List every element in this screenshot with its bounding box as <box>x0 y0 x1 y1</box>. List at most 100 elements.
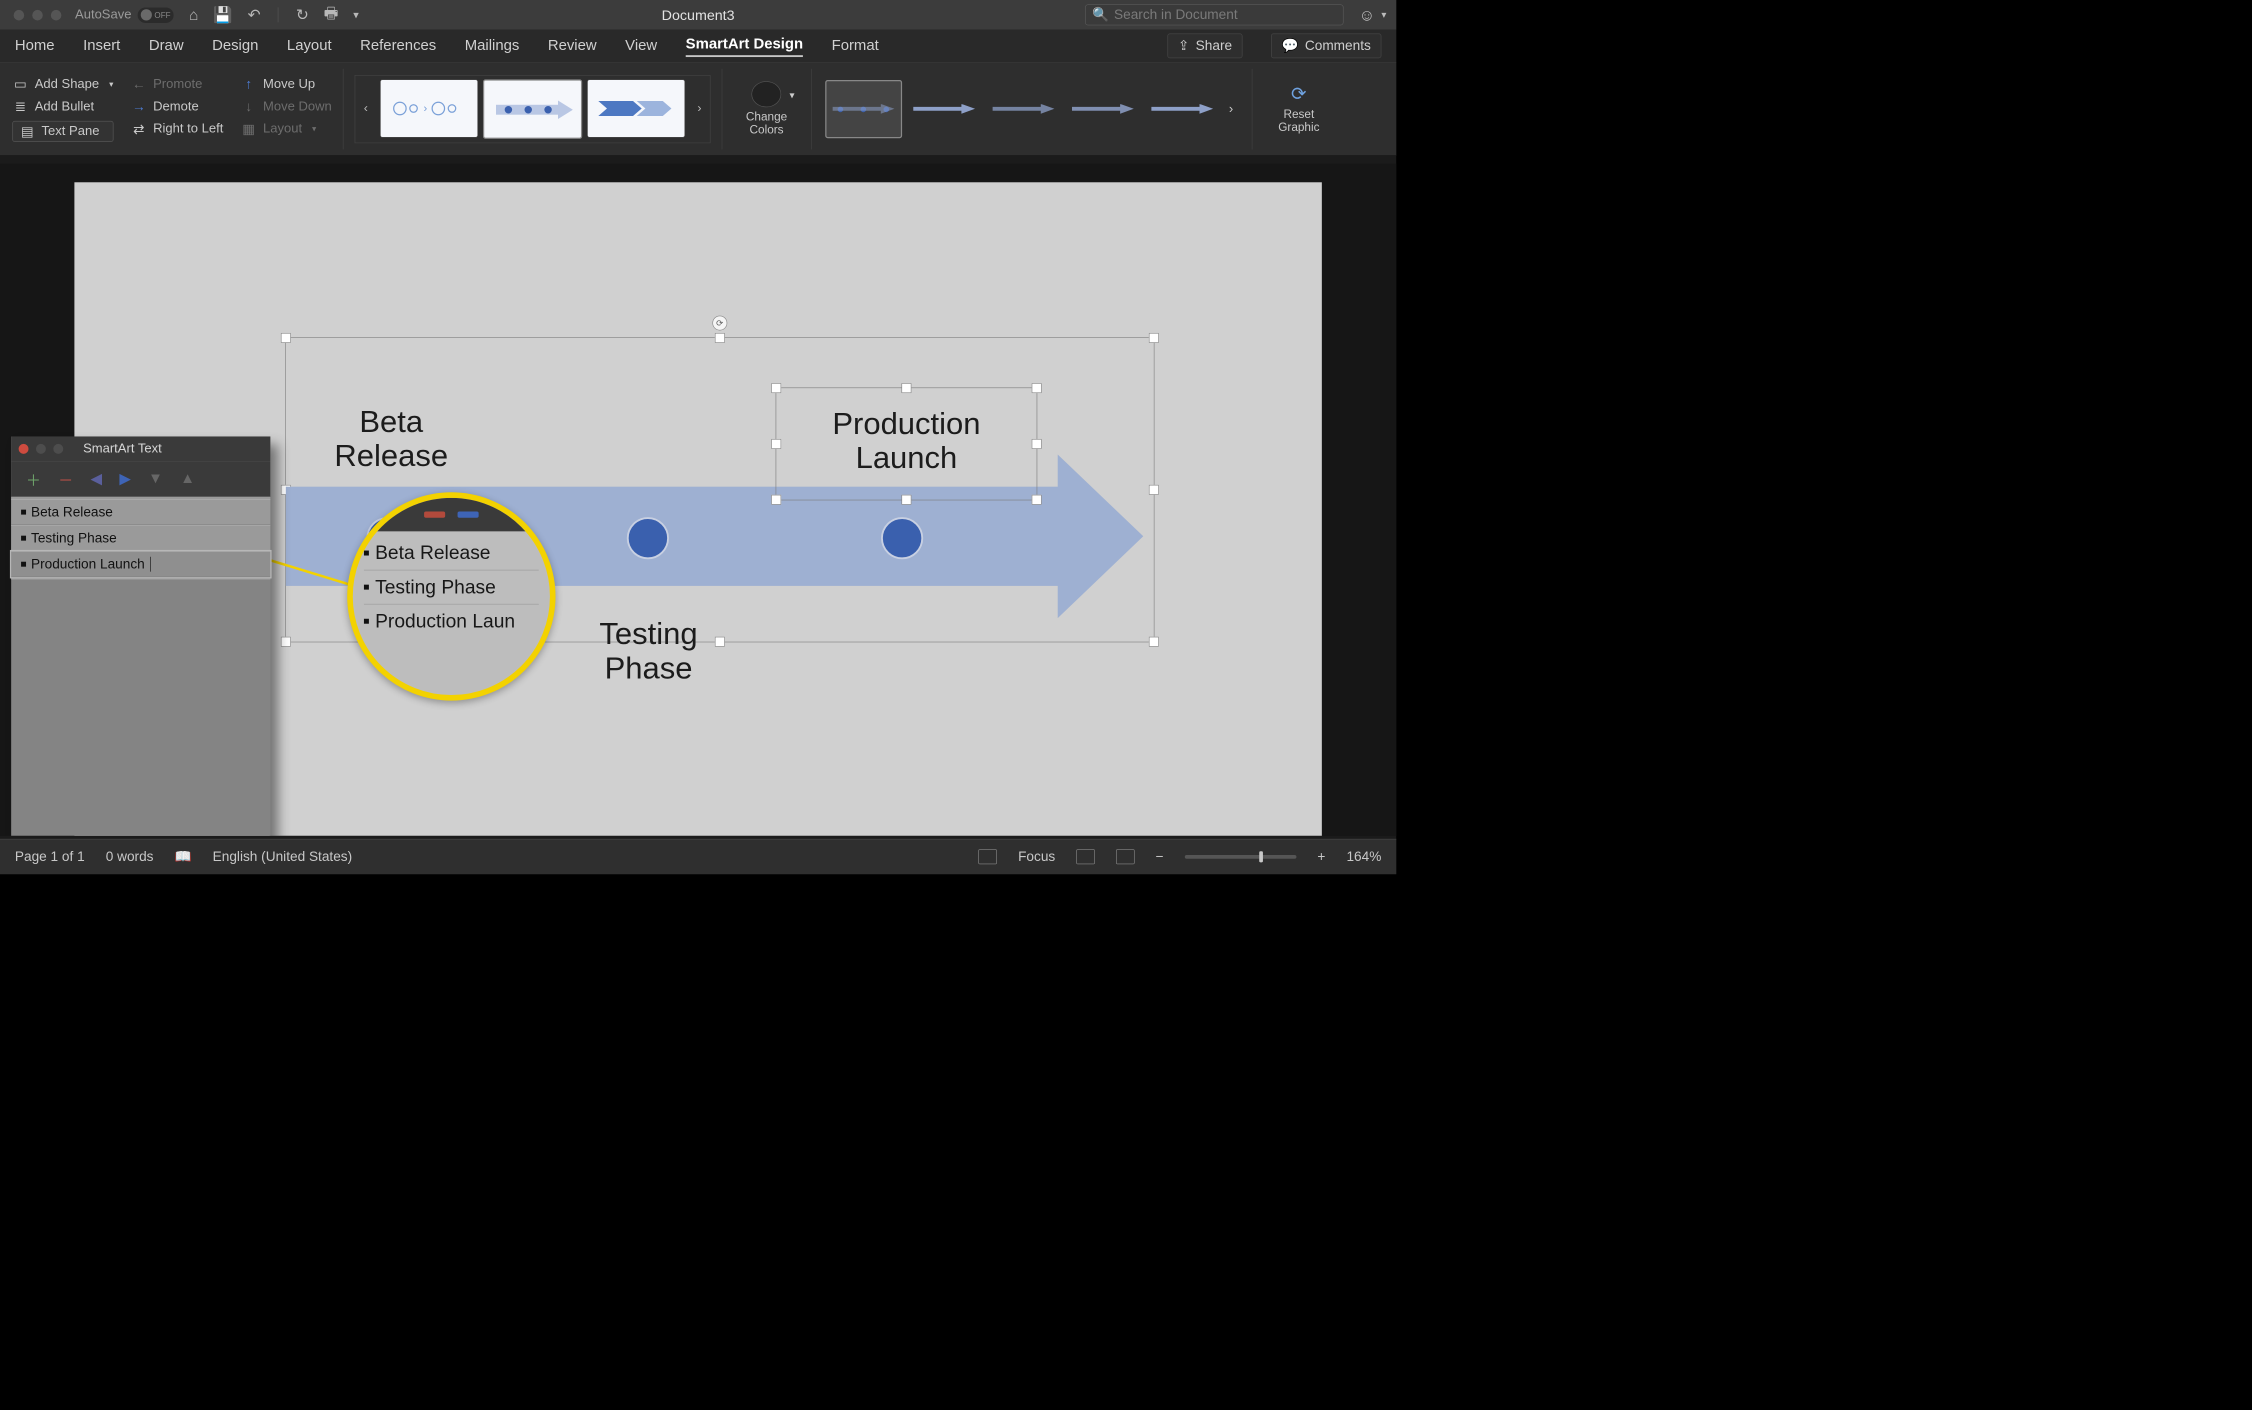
rotate-handle-icon[interactable]: ⟳ <box>712 316 727 331</box>
text-pane-list[interactable]: Beta Release Testing Phase Production La… <box>11 497 270 580</box>
style-option-1[interactable] <box>825 80 902 138</box>
resize-handle[interactable] <box>1149 333 1159 343</box>
document-canvas[interactable]: ⟳ Beta Release Testing Phase <box>0 164 1396 836</box>
resize-handle[interactable] <box>1032 495 1042 505</box>
resize-handle[interactable] <box>1149 485 1159 495</box>
resize-handle[interactable] <box>901 495 911 505</box>
autosave-switch[interactable]: OFF <box>138 7 174 23</box>
layout-label: Layout <box>263 121 302 136</box>
remove-item-icon[interactable]: － <box>58 468 73 490</box>
tab-references[interactable]: References <box>360 37 436 54</box>
resize-handle[interactable] <box>281 637 291 647</box>
tab-draw[interactable]: Draw <box>149 37 184 54</box>
styles-next-button[interactable]: › <box>1222 101 1241 116</box>
resize-handle[interactable] <box>771 383 781 393</box>
home-icon[interactable]: ⌂ <box>189 6 198 24</box>
zoom-out-icon[interactable]: − <box>1156 849 1164 865</box>
account-menu-icon[interactable]: ▾ <box>1381 9 1386 21</box>
style-option-5[interactable] <box>1145 81 1219 137</box>
tab-review[interactable]: Review <box>548 37 597 54</box>
demote-icon[interactable]: ▶ <box>119 470 130 488</box>
move-up-icon[interactable]: ▲ <box>180 470 195 487</box>
status-words[interactable]: 0 words <box>106 849 154 865</box>
text-pane-item-3[interactable]: Production Launch <box>11 551 270 577</box>
add-shape-button[interactable]: ▭Add Shape▾ <box>12 76 113 92</box>
change-colors-button[interactable]: Change Colors <box>746 81 787 137</box>
move-up-button[interactable]: ↑Move Up <box>241 76 332 92</box>
text-pane-item-2[interactable]: Testing Phase <box>11 525 270 551</box>
node-edit-box[interactable]: Production Launch <box>776 388 1038 501</box>
minimize-window-icon[interactable] <box>32 10 43 21</box>
layout-option-3[interactable] <box>587 79 685 137</box>
text-pane-item-1[interactable]: Beta Release <box>11 499 270 525</box>
save-icon[interactable]: 💾 <box>213 6 232 24</box>
close-pane-icon[interactable] <box>19 444 29 454</box>
tab-mailings[interactable]: Mailings <box>465 37 520 54</box>
print-layout-icon[interactable] <box>1076 849 1095 864</box>
node-label-3[interactable]: Production Launch <box>776 407 1036 475</box>
magnifier-item-3: Production Laun <box>364 605 539 638</box>
tab-smartart-design[interactable]: SmartArt Design <box>686 35 803 57</box>
style-option-2[interactable] <box>907 81 981 137</box>
status-language[interactable]: English (United States) <box>213 849 353 865</box>
move-down-icon: ↓ <box>241 98 257 114</box>
rtl-button[interactable]: ⇄Right to Left <box>131 121 224 137</box>
resize-handle[interactable] <box>771 495 781 505</box>
gallery-prev-button[interactable]: ‹ <box>355 78 376 140</box>
resize-handle[interactable] <box>715 333 725 343</box>
comments-button[interactable]: 💬Comments <box>1271 33 1381 58</box>
smartart-text-pane[interactable]: SmartArt Text ＋ － ◀ ▶ ▼ ▲ Beta Release T… <box>11 436 270 835</box>
account-icon[interactable]: ☺ <box>1359 5 1375 24</box>
web-layout-icon[interactable] <box>1116 849 1135 864</box>
separator <box>811 69 812 150</box>
move-down-icon[interactable]: ▼ <box>148 470 163 487</box>
tab-layout[interactable]: Layout <box>287 37 332 54</box>
resize-handle[interactable] <box>1032 383 1042 393</box>
resize-handle[interactable] <box>1149 637 1159 647</box>
text-pane-titlebar[interactable]: SmartArt Text <box>11 436 270 461</box>
layout-option-1[interactable]: › <box>380 79 478 137</box>
autosave-toggle[interactable]: AutoSave OFF <box>75 7 189 23</box>
timeline-dot-2[interactable] <box>627 517 669 559</box>
status-focus[interactable]: Focus <box>1018 849 1055 865</box>
reset-graphic-button[interactable]: ⟳ Reset Graphic <box>1278 83 1319 134</box>
text-pane-icon: ▤ <box>19 123 35 139</box>
layout-option-2[interactable] <box>483 79 582 139</box>
focus-view-icon[interactable] <box>978 849 997 864</box>
magnifier-callout: Beta Release Testing Phase Production La… <box>347 492 555 700</box>
close-window-icon[interactable] <box>14 10 25 21</box>
zoom-slider[interactable] <box>1185 855 1297 859</box>
text-pane-button[interactable]: ▤ Text Pane <box>12 121 113 142</box>
timeline-dot-3[interactable] <box>881 517 923 559</box>
customize-qat-icon[interactable]: ▾ <box>353 8 359 21</box>
tab-format[interactable]: Format <box>832 37 879 54</box>
status-zoom[interactable]: 164% <box>1346 849 1381 865</box>
share-button[interactable]: ⇪Share <box>1168 33 1243 58</box>
tab-home[interactable]: Home <box>15 37 55 54</box>
text-pane-label: Text Pane <box>42 124 100 139</box>
node-label-1[interactable]: Beta Release <box>317 405 466 473</box>
add-item-icon[interactable]: ＋ <box>26 468 41 490</box>
tab-view[interactable]: View <box>625 37 657 54</box>
resize-handle[interactable] <box>281 333 291 343</box>
style-option-4[interactable] <box>1066 81 1140 137</box>
style-option-3[interactable] <box>986 81 1060 137</box>
undo-icon[interactable]: ↶ <box>248 6 261 25</box>
promote-icon[interactable]: ◀ <box>91 470 102 488</box>
arrow-head[interactable] <box>1058 454 1144 618</box>
status-page[interactable]: Page 1 of 1 <box>15 849 85 865</box>
share-label: Share <box>1196 38 1232 54</box>
tab-design[interactable]: Design <box>212 37 258 54</box>
resize-handle[interactable] <box>901 383 911 393</box>
print-icon[interactable]: 🖶 <box>324 2 339 29</box>
demote-button[interactable]: →Demote <box>131 98 224 114</box>
search-input[interactable]: 🔍 Search in Document <box>1085 4 1344 25</box>
node-label-2[interactable]: Testing Phase <box>568 617 729 685</box>
gallery-next-button[interactable]: › <box>689 78 710 140</box>
spellcheck-icon[interactable]: 📖 <box>175 849 192 865</box>
add-bullet-button[interactable]: ≣Add Bullet <box>12 98 113 114</box>
zoom-window-icon[interactable] <box>51 10 62 21</box>
tab-insert[interactable]: Insert <box>83 37 120 54</box>
zoom-in-icon[interactable]: + <box>1317 849 1325 865</box>
redo-icon[interactable]: ↻ <box>296 6 309 25</box>
